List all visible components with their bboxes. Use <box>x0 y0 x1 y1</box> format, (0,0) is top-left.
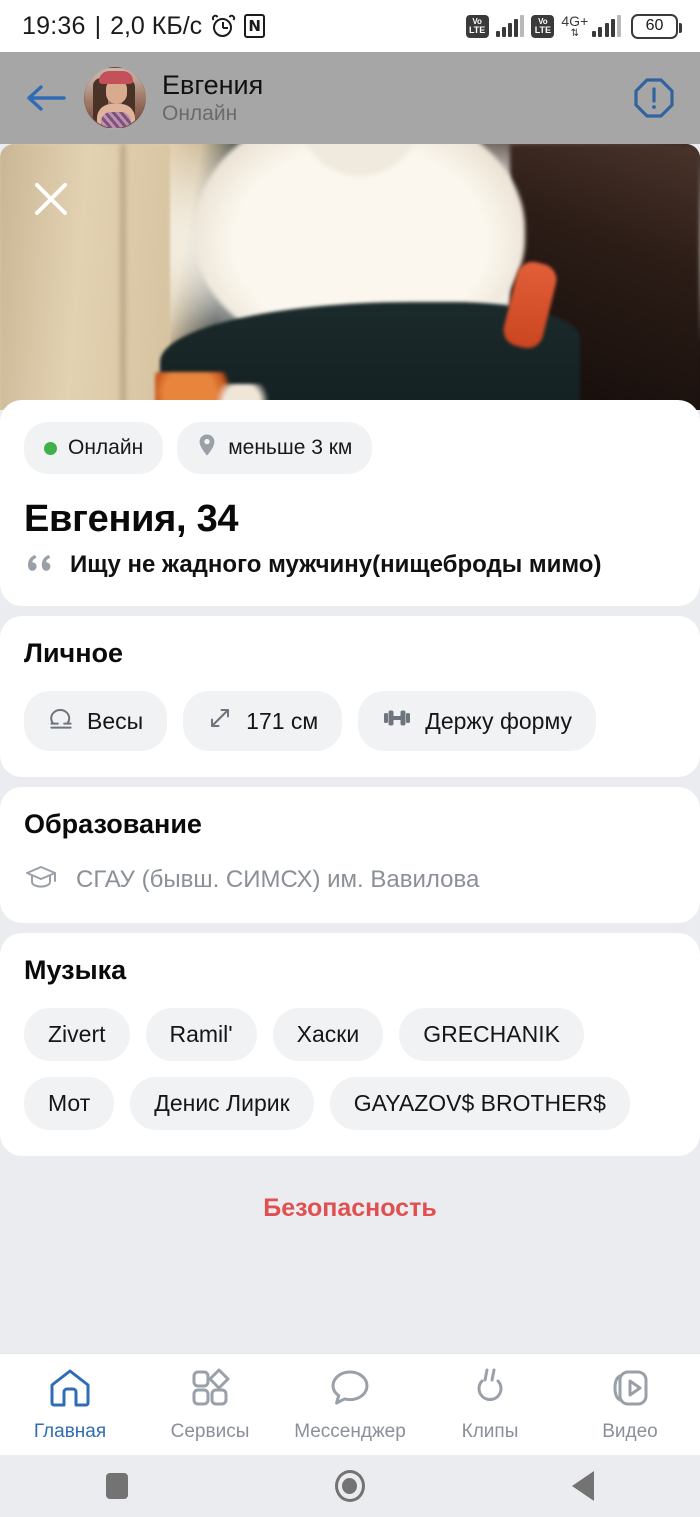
music-card: Музыка Zivert Ramil' Хаски GRECHANIK Мот… <box>0 933 700 1156</box>
signal-bars-sim2 <box>592 15 621 37</box>
header-status: Онлайн <box>162 102 238 126</box>
profile-badges: Онлайн меньше 3 км <box>24 422 676 474</box>
distance-label: меньше 3 км <box>228 436 353 459</box>
personal-item-label: Держу форму <box>425 707 573 734</box>
personal-item-zodiac[interactable]: Весы <box>24 691 168 751</box>
education-card: Образование СГАУ (бывш. СИМСХ) им. Вавил… <box>0 787 700 923</box>
quote-text: Ищу не жадного мужчину(нищеброды мимо) <box>70 550 602 578</box>
music-tag[interactable]: Ramil' <box>145 1008 257 1061</box>
nav-item-video[interactable]: Видео <box>560 1367 700 1443</box>
distance-badge: меньше 3 км <box>177 422 373 474</box>
bottom-navigation: Главная Сервисы Мессенджер Клипы Видео <box>0 1353 700 1455</box>
chat-icon <box>328 1367 372 1414</box>
nav-item-services[interactable]: Сервисы <box>140 1367 280 1443</box>
network-type: 4G+ ⇅ <box>561 14 588 39</box>
recents-square-icon[interactable] <box>57 1455 177 1517</box>
profile-content: Онлайн меньше 3 км Евгения, 34 Ищу не жа… <box>0 400 700 1249</box>
personal-card: Личное Весы 171 см Держу форму <box>0 616 700 777</box>
nav-label-services: Сервисы <box>170 1420 250 1442</box>
location-pin-icon <box>197 433 217 463</box>
nav-label-video: Видео <box>602 1420 658 1442</box>
education-value: СГАУ (бывш. СИМСХ) им. Вавилова <box>76 865 480 893</box>
education-item: СГАУ (бывш. СИМСХ) им. Вавилова <box>24 862 676 897</box>
battery-level: 60 <box>645 17 664 34</box>
nfc-icon: N <box>244 14 266 38</box>
nav-item-messenger[interactable]: Мессенджер <box>280 1367 420 1443</box>
personal-title: Личное <box>24 638 124 668</box>
avatar[interactable] <box>84 67 146 129</box>
phone-screen: 19:36 | 2,0 КБ/с N Vo LTE Vo LTE 4G+ ⇅ 6… <box>0 0 700 1517</box>
nav-item-home[interactable]: Главная <box>0 1367 140 1443</box>
video-icon <box>608 1367 652 1414</box>
android-navigation-bar <box>0 1455 700 1517</box>
status-bar-right: Vo LTE Vo LTE 4G+ ⇅ 60 <box>465 13 682 39</box>
profile-name-age: Евгения, 34 <box>24 498 239 540</box>
education-title: Образование <box>24 809 202 839</box>
volte-label-bottom: LTE <box>468 24 486 35</box>
header-titles: Евгения Онлайн <box>162 69 614 126</box>
height-arrows-icon <box>207 705 233 737</box>
volte-icon-sim2: Vo LTE <box>531 14 555 38</box>
status-bar: 19:36 | 2,0 КБ/с N Vo LTE Vo LTE 4G+ ⇅ 6… <box>0 0 700 52</box>
close-icon[interactable] <box>28 176 74 222</box>
nav-item-clips[interactable]: Клипы <box>420 1367 560 1443</box>
music-tag[interactable]: GAYAZOV$ BROTHER$ <box>329 1077 630 1130</box>
home-circle-icon[interactable] <box>290 1455 410 1517</box>
music-tag[interactable]: GRECHANIK <box>399 1008 584 1061</box>
status-time: 19:36 <box>22 11 86 40</box>
back-arrow-icon[interactable] <box>22 75 68 121</box>
personal-item-label: 171 см <box>246 707 319 734</box>
signal-bars-sim1 <box>495 15 525 37</box>
warning-octagon-icon[interactable] <box>630 74 678 122</box>
safety-link[interactable]: Безопасность <box>0 1166 700 1249</box>
personal-items: Весы 171 см Держу форму <box>24 691 676 751</box>
profile-photo[interactable] <box>0 144 700 410</box>
nav-label-messenger: Мессенджер <box>294 1420 406 1442</box>
status-separator: | <box>94 11 102 40</box>
music-tag[interactable]: Денис Лирик <box>130 1077 314 1130</box>
music-tag[interactable]: Мот <box>24 1077 115 1130</box>
status-data-rate: 2,0 КБ/с <box>110 11 203 40</box>
personal-item-fitness[interactable]: Держу форму <box>358 691 597 751</box>
music-title: Музыка <box>24 955 127 985</box>
libra-zodiac-icon <box>48 705 74 737</box>
online-label: Онлайн <box>68 436 144 459</box>
personal-item-height[interactable]: 171 см <box>183 691 343 751</box>
status-badge: Онлайн <box>24 422 164 474</box>
page-title: Евгения <box>162 69 264 100</box>
back-triangle-icon[interactable] <box>523 1455 643 1517</box>
music-tag[interactable]: Zivert <box>24 1008 130 1061</box>
nav-label-clips: Клипы <box>461 1420 519 1442</box>
data-transfer-icon: ⇅ <box>570 27 580 39</box>
network-label: 4G+ <box>561 12 589 29</box>
alarm-icon <box>210 12 237 38</box>
music-tag[interactable]: Хаски <box>272 1008 384 1061</box>
app-header: Евгения Онлайн <box>0 52 700 144</box>
online-dot-icon <box>44 441 57 455</box>
profile-quote: Ищу не жадного мужчину(нищеброды мимо) <box>24 549 676 580</box>
personal-item-label: Весы <box>87 707 144 734</box>
home-icon <box>48 1367 92 1414</box>
clips-icon <box>468 1367 512 1414</box>
profile-summary-card: Онлайн меньше 3 км Евгения, 34 Ищу не жа… <box>0 400 700 606</box>
battery-indicator: 60 <box>631 13 682 39</box>
quote-icon <box>24 549 56 580</box>
volte-icon-sim1: Vo LTE <box>465 14 489 38</box>
photo-background-wall <box>0 144 170 410</box>
nav-label-home: Главная <box>33 1420 107 1442</box>
volte-label-bottom-2: LTE <box>534 24 552 35</box>
music-tags: Zivert Ramil' Хаски GRECHANIK Мот Денис … <box>24 1008 676 1130</box>
graduation-cap-icon <box>24 862 58 897</box>
grid-icon <box>188 1367 232 1414</box>
status-bar-left: 19:36 | 2,0 КБ/с N <box>22 11 266 41</box>
dumbbell-icon <box>382 705 412 737</box>
